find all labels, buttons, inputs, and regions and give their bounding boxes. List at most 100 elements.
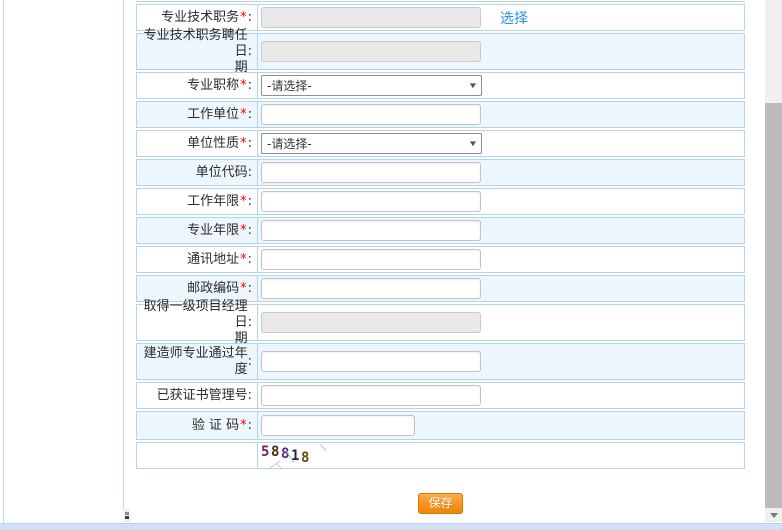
field-label: 工作年限 bbox=[187, 194, 239, 210]
save-button[interactable]: 保存 bbox=[418, 493, 462, 514]
post-appointment-date-input bbox=[261, 41, 481, 62]
field-label: 专业年限 bbox=[187, 223, 239, 239]
field-input-cell bbox=[258, 344, 744, 379]
field-label-cell: 邮政编码*: bbox=[137, 276, 258, 301]
required-asterisk: * bbox=[240, 281, 247, 297]
field-label-cell: 单位性质*: bbox=[137, 131, 258, 156]
captcha-noise-line bbox=[320, 444, 326, 451]
field-input-cell bbox=[258, 276, 744, 301]
scroll-down-button[interactable] bbox=[765, 508, 782, 522]
required-asterisk: * bbox=[240, 252, 247, 268]
registration-form: 专业技术职务*:选择专业技术职务聘任日 期:专业职称*:-请选择-▼工作单位*:… bbox=[136, 0, 745, 514]
bottom-scrollbar-strip[interactable] bbox=[0, 523, 782, 530]
field-label-cell: 验 证 码*: bbox=[137, 412, 258, 439]
dropdown-arrow-icon: ▼ bbox=[470, 82, 476, 89]
captcha-noise-line bbox=[276, 463, 284, 470]
required-asterisk: * bbox=[240, 10, 247, 26]
label-colon: : bbox=[248, 252, 252, 268]
page: 专业技术职务*:选择专业技术职务聘任日 期:专业职称*:-请选择-▼工作单位*:… bbox=[0, 0, 782, 530]
field-input-cell bbox=[258, 189, 744, 214]
form-row-unit-type: 单位性质*: -请选择- ▼ bbox=[136, 130, 745, 157]
form-table: 专业技术职务*:选择专业技术职务聘任日 期:专业职称*:-请选择-▼工作单位*:… bbox=[136, 4, 745, 469]
field-input-cell bbox=[258, 412, 744, 439]
postal-code-input[interactable] bbox=[261, 278, 481, 299]
label-colon: : bbox=[248, 44, 252, 60]
form-row-work-years: 工作年限*: bbox=[136, 188, 745, 215]
work-unit-input[interactable] bbox=[261, 104, 481, 125]
form-row-qualification-pass-year: 建造师专业通过年 度: bbox=[136, 343, 745, 380]
required-asterisk: * bbox=[240, 223, 247, 239]
required-asterisk: * bbox=[240, 107, 247, 123]
left-page-border bbox=[3, 0, 4, 523]
qualification-pass-year-input[interactable] bbox=[261, 351, 481, 372]
field-label-cell: 建造师专业通过年 度: bbox=[137, 344, 258, 379]
form-row-work-unit: 工作单位*: bbox=[136, 101, 745, 128]
field-label-cell: 单位代码: bbox=[137, 160, 258, 185]
label-colon: : bbox=[248, 315, 252, 331]
label-colon: : bbox=[248, 194, 252, 210]
work-years-input[interactable] bbox=[261, 191, 481, 212]
mini-scrollbar[interactable] bbox=[124, 509, 130, 522]
mini-scrollbar-dot bbox=[125, 516, 129, 519]
label-colon: : bbox=[248, 388, 252, 404]
field-label-cell: 工作单位*: bbox=[137, 102, 258, 127]
scroll-down-arrow-icon bbox=[770, 513, 778, 518]
field-label-cell: 取得一级项目经理日 期: bbox=[137, 305, 258, 340]
label-colon: : bbox=[248, 136, 252, 152]
unit-code-input[interactable] bbox=[261, 162, 481, 183]
captcha-input-input[interactable] bbox=[261, 415, 415, 436]
field-label-cell bbox=[137, 443, 258, 468]
professional-title-select[interactable]: -请选择- ▼ bbox=[261, 75, 482, 96]
label-colon: : bbox=[248, 281, 252, 297]
professional-tech-post-choose-link[interactable]: 选择 bbox=[500, 8, 528, 28]
required-asterisk: * bbox=[240, 136, 247, 152]
required-asterisk: * bbox=[240, 418, 247, 434]
field-label: 邮政编码 bbox=[187, 281, 239, 297]
field-label-cell: 专业年限*: bbox=[137, 218, 258, 243]
captcha-image: 58818 bbox=[261, 444, 341, 468]
field-input-cell: -请选择- ▼ bbox=[258, 131, 744, 156]
label-colon: : bbox=[248, 418, 252, 434]
form-row-professional-title: 专业职称*: -请选择- ▼ bbox=[136, 72, 745, 99]
required-asterisk: * bbox=[240, 78, 247, 94]
vertical-scrollbar-track[interactable] bbox=[765, 0, 782, 522]
field-input-cell bbox=[258, 247, 744, 272]
clipped-row-sliver bbox=[136, 0, 745, 2]
captcha-digit: 8 bbox=[301, 451, 309, 465]
field-input-cell: 58818 bbox=[258, 443, 744, 468]
dropdown-arrow-icon: ▼ bbox=[470, 140, 476, 147]
professional-years-input[interactable] bbox=[261, 220, 481, 241]
field-label: 专业技术职务聘任日 期 bbox=[138, 28, 248, 76]
form-row-existing-cert-number: 已获证书管理号: bbox=[136, 382, 745, 409]
label-colon: : bbox=[248, 107, 252, 123]
field-label-cell: 专业技术职务*: bbox=[137, 5, 258, 30]
field-label-cell: 通讯地址*: bbox=[137, 247, 258, 272]
first-class-pm-date-input bbox=[261, 312, 481, 333]
captcha-digit: 8 bbox=[271, 445, 279, 459]
field-label-cell: 已获证书管理号: bbox=[137, 383, 258, 408]
selected-option-label: -请选择- bbox=[267, 135, 312, 152]
field-label-cell: 专业技术职务聘任日 期: bbox=[137, 34, 258, 69]
field-label: 单位代码 bbox=[196, 165, 248, 181]
form-row-unit-code: 单位代码: bbox=[136, 159, 745, 186]
field-label: 单位性质 bbox=[187, 136, 239, 152]
unit-type-select[interactable]: -请选择- ▼ bbox=[261, 133, 482, 154]
existing-cert-number-input[interactable] bbox=[261, 385, 481, 406]
field-label: 通讯地址 bbox=[187, 252, 239, 268]
form-row-mailing-address: 通讯地址*: bbox=[136, 246, 745, 273]
label-colon: : bbox=[248, 223, 252, 239]
field-label: 建造师专业通过年 度 bbox=[144, 346, 248, 378]
field-label-cell: 专业职称*: bbox=[137, 73, 258, 98]
field-label: 验 证 码 bbox=[192, 418, 239, 434]
form-row-captcha-input: 验 证 码*: bbox=[136, 411, 745, 440]
mailing-address-input[interactable] bbox=[261, 249, 481, 270]
vertical-scrollbar-thumb[interactable] bbox=[765, 103, 782, 508]
label-colon: : bbox=[248, 78, 252, 94]
field-label: 取得一级项目经理日 期 bbox=[138, 299, 248, 347]
required-asterisk: * bbox=[240, 194, 247, 210]
selected-option-label: -请选择- bbox=[267, 77, 312, 94]
field-label: 专业技术职务 bbox=[161, 10, 239, 26]
form-row-professional-years: 专业年限*: bbox=[136, 217, 745, 244]
field-input-cell bbox=[258, 218, 744, 243]
field-input-cell bbox=[258, 383, 744, 408]
